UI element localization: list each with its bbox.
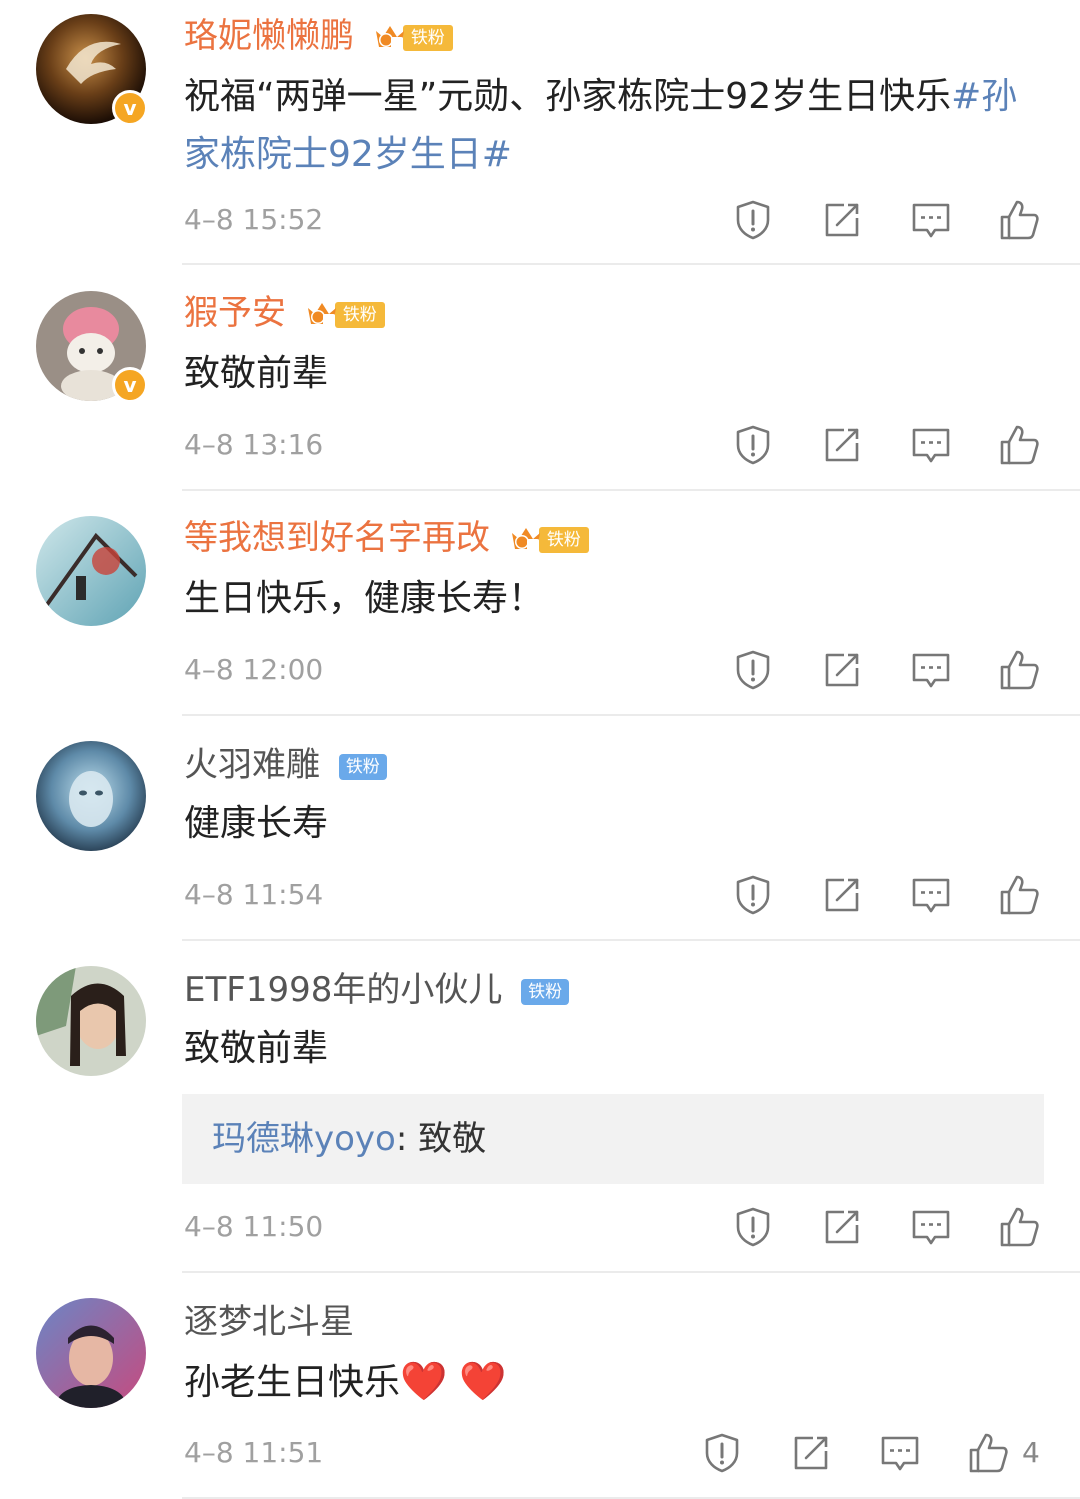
username-text[interactable]: 猳予安	[184, 293, 286, 333]
comment-icon[interactable]	[909, 423, 953, 467]
repost-icon[interactable]	[820, 1205, 864, 1249]
fan-badge: 铁粉	[521, 977, 570, 1007]
avatar[interactable]	[36, 1298, 146, 1408]
fan-badge-label: 铁粉	[334, 301, 385, 328]
avatar[interactable]	[36, 516, 146, 626]
comment-body: 祝福“两弹一星”元勋、孙家栋院士92岁生日快乐	[184, 76, 952, 117]
report-icon[interactable]	[731, 1205, 775, 1249]
divider	[182, 714, 1080, 716]
avatar[interactable]	[36, 741, 146, 851]
comment-actions	[0, 873, 1080, 917]
comment-text: 祝福“两弹一星”元勋、孙家栋院士92岁生日快乐#孙家栋院士92岁生日#	[184, 68, 1044, 184]
fan-badge-label: 铁粉	[538, 526, 589, 553]
username[interactable]: 猳予安 铁粉	[184, 293, 385, 333]
repost-icon[interactable]	[789, 1431, 833, 1475]
comment-text: 孙老生日快乐❤️ ❤️	[184, 1352, 1044, 1412]
comment-icon[interactable]	[909, 1205, 953, 1249]
like-icon[interactable]	[966, 1431, 1010, 1475]
comment-icon[interactable]	[909, 648, 953, 692]
username[interactable]: 逐梦北斗星	[184, 1302, 354, 1342]
username-text[interactable]: 逐梦北斗星	[184, 1302, 354, 1342]
fan-badge: 铁粉	[305, 300, 385, 330]
like-icon[interactable]	[997, 648, 1041, 692]
username[interactable]: ETF1998年的小伙儿 铁粉	[184, 970, 570, 1010]
fan-badge-label: 铁粉	[521, 978, 570, 1005]
username-text[interactable]: 珞妮懒懒鹏	[184, 16, 354, 56]
comment-actions	[0, 1205, 1080, 1249]
divider	[182, 263, 1080, 265]
reply-separator: :	[395, 1119, 419, 1159]
heart-icon: ❤️ ❤️	[400, 1359, 507, 1403]
comment-actions	[0, 648, 1080, 692]
like-icon[interactable]	[997, 1205, 1041, 1249]
repost-icon[interactable]	[820, 873, 864, 917]
report-icon[interactable]	[731, 423, 775, 467]
like-icon[interactable]	[997, 873, 1041, 917]
repost-icon[interactable]	[820, 198, 864, 242]
comment-text: 致敬前辈	[184, 1028, 329, 1069]
username[interactable]: 珞妮懒懒鹏 铁粉	[184, 16, 453, 56]
avatar[interactable]	[36, 966, 146, 1076]
divider	[182, 1271, 1080, 1273]
username-text[interactable]: 火羽难雕	[184, 745, 320, 785]
like-count: 4	[1022, 1436, 1040, 1469]
username[interactable]: 等我想到好名字再改 铁粉	[184, 518, 589, 558]
fan-badge: 铁粉	[509, 525, 589, 555]
divider	[182, 939, 1080, 941]
comment-icon[interactable]	[909, 198, 953, 242]
repost-icon[interactable]	[820, 648, 864, 692]
username-text[interactable]: 等我想到好名字再改	[184, 518, 490, 558]
like-icon[interactable]	[997, 198, 1041, 242]
fan-badge-label: 铁粉	[402, 24, 453, 51]
fan-badge-label: 铁粉	[338, 753, 387, 780]
comment-text: 生日快乐，健康长寿！	[184, 578, 545, 619]
report-icon[interactable]	[731, 648, 775, 692]
fan-badge: 铁粉	[373, 23, 453, 53]
comment-actions	[0, 423, 1080, 467]
report-icon[interactable]	[731, 198, 775, 242]
fan-badge: 铁粉	[338, 752, 387, 782]
repost-icon[interactable]	[820, 423, 864, 467]
reply-preview[interactable]: 玛德琳yoyo: 致敬	[182, 1094, 1044, 1184]
report-icon[interactable]	[731, 873, 775, 917]
comment-actions	[0, 198, 1080, 242]
comment-text: 致敬前辈	[184, 353, 329, 394]
username[interactable]: 火羽难雕 铁粉	[184, 745, 387, 785]
report-icon[interactable]	[700, 1431, 744, 1475]
username-text[interactable]: ETF1998年的小伙儿	[184, 970, 502, 1010]
comment-icon[interactable]	[909, 873, 953, 917]
comment-text: 健康长寿	[184, 803, 329, 844]
crown-icon	[373, 23, 407, 53]
reply-text: 致敬	[418, 1119, 487, 1159]
verified-icon: v	[112, 90, 148, 126]
like-icon[interactable]	[997, 423, 1041, 467]
crown-icon	[509, 525, 543, 555]
crown-icon	[305, 300, 339, 330]
comment-body: 孙老生日快乐	[184, 1362, 401, 1403]
comment-icon[interactable]	[878, 1431, 922, 1475]
verified-icon: v	[112, 367, 148, 403]
reply-username[interactable]: 玛德琳yoyo	[212, 1119, 396, 1159]
divider	[182, 489, 1080, 491]
comment-actions: 4	[0, 1431, 1080, 1475]
